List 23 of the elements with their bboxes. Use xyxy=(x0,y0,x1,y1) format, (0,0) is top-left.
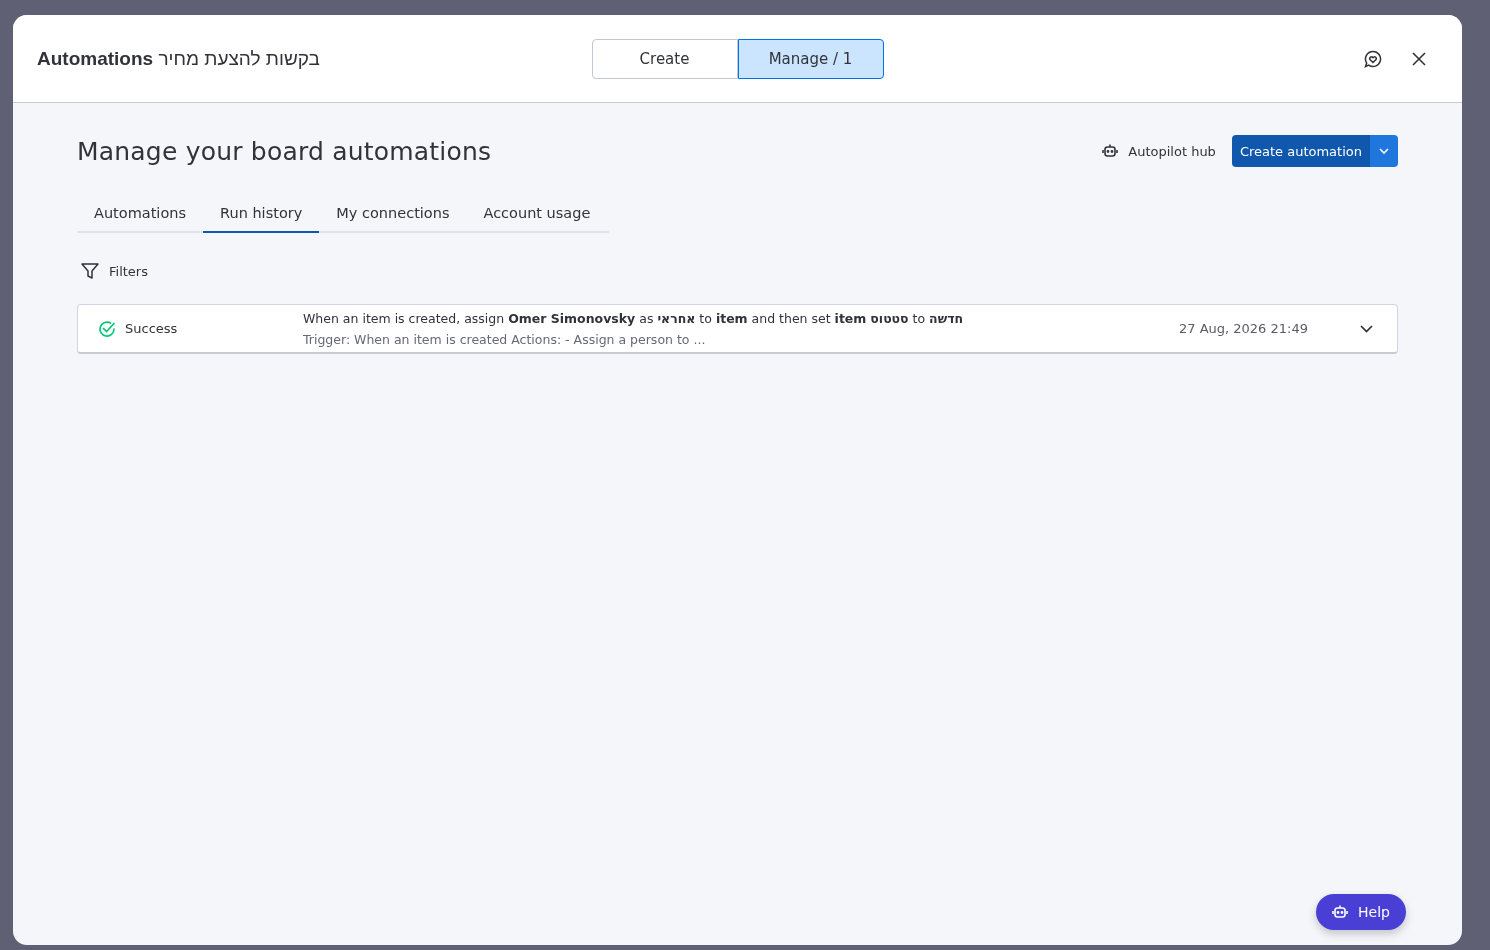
caret-icon xyxy=(1379,148,1389,154)
page-heading: Manage your board automations xyxy=(77,136,492,166)
filters-button[interactable]: Filters xyxy=(77,263,152,280)
segment-tab[interactable]: Create xyxy=(591,38,738,79)
close-icon[interactable] xyxy=(1412,51,1426,66)
create-automation-button[interactable]: Create automation xyxy=(1231,135,1370,167)
robot-icon xyxy=(1332,905,1349,919)
run-details: Trigger: When an item is created Actions: - Assign a person to ... xyxy=(303,331,707,347)
tab[interactable]: Run history xyxy=(203,195,320,233)
robot-icon xyxy=(1102,144,1119,158)
tab[interactable]: Automations xyxy=(77,195,203,233)
help-button[interactable]: Help xyxy=(1316,894,1406,930)
dropdown-button[interactable] xyxy=(1370,135,1398,167)
tab[interactable]: Account usage xyxy=(466,195,608,233)
filter-icon xyxy=(81,263,99,280)
run-status: Success xyxy=(125,321,178,336)
segment-tab[interactable]: Manage / 1 xyxy=(737,38,884,79)
run-time: 27 Aug, 2026 21:49 xyxy=(1179,321,1308,336)
feedback-icon[interactable] xyxy=(1364,49,1382,68)
chevron-icon xyxy=(1360,324,1373,333)
tab[interactable]: My connections xyxy=(319,195,467,233)
autopilot-hub-link[interactable]: Autopilot hub xyxy=(1102,143,1216,159)
check-circle-icon xyxy=(98,319,116,338)
